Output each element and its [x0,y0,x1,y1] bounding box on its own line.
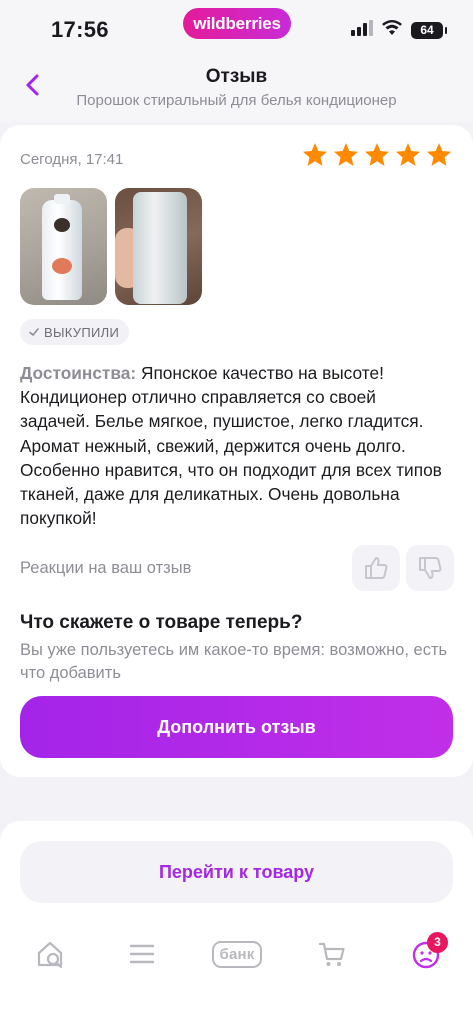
menu-icon [129,944,155,964]
check-icon [29,328,39,336]
profile-badge: 3 [427,932,448,953]
signal-icon [351,20,373,41]
nav-header: Отзыв Порошок стиральный для белья конди… [0,60,473,122]
tab-catalog[interactable] [122,934,162,974]
star-icon [426,143,452,166]
star-icon [302,143,328,166]
tab-bank[interactable]: банк [206,934,268,974]
tab-cart[interactable] [312,934,352,974]
thumbs-down-icon [419,557,442,579]
status-icons: 64 [351,20,447,41]
review-photos [20,188,202,305]
like-button[interactable] [352,545,400,591]
review-card: Сегодня, 17:41 ВЫКУПИЛИ Достоинства: Япо… [0,125,473,777]
status-bar: 17:56 wildberries 64 [0,0,473,60]
review-date: Сегодня, 17:41 [20,151,124,168]
page-title: Отзыв [205,66,268,87]
pros-label: Достоинства: [20,363,137,383]
star-icon [395,143,421,166]
bought-badge: ВЫКУПИЛИ [20,319,130,345]
wifi-icon [382,20,402,41]
cart-icon [318,942,345,966]
review-photo[interactable] [20,188,107,305]
review-photo[interactable] [115,188,202,305]
bank-label: банк [211,940,263,968]
prompt-title: Что скажете о товаре теперь? [20,612,303,633]
reactions-label: Реакции на ваш отзыв [20,559,192,577]
review-text: Достоинства: Японское качество на высоте… [20,361,450,530]
tab-home[interactable] [30,934,70,974]
star-icon [364,143,390,166]
thumbs-up-icon [365,557,388,579]
battery-icon: 64 [411,22,447,39]
rating-stars [301,141,453,169]
dislike-button[interactable] [406,545,454,591]
star-icon [333,143,359,166]
product-name: Порошок стиральный для белья кондиционер [76,92,397,109]
add-review-button[interactable]: Дополнить отзыв [20,696,453,758]
home-search-icon [37,941,63,969]
pros-text: Японское качество на высоте! Кондиционер… [20,363,442,529]
prompt-subtitle: Вы уже пользуетесь им какое-то время: во… [20,641,448,682]
tab-bar: банк 3 [0,910,473,1024]
bought-label: ВЫКУПИЛИ [44,324,120,340]
status-time: 17:56 [51,17,109,42]
goto-product-button[interactable]: Перейти к товару [20,841,453,903]
brand-logo: wildberries [183,8,291,39]
